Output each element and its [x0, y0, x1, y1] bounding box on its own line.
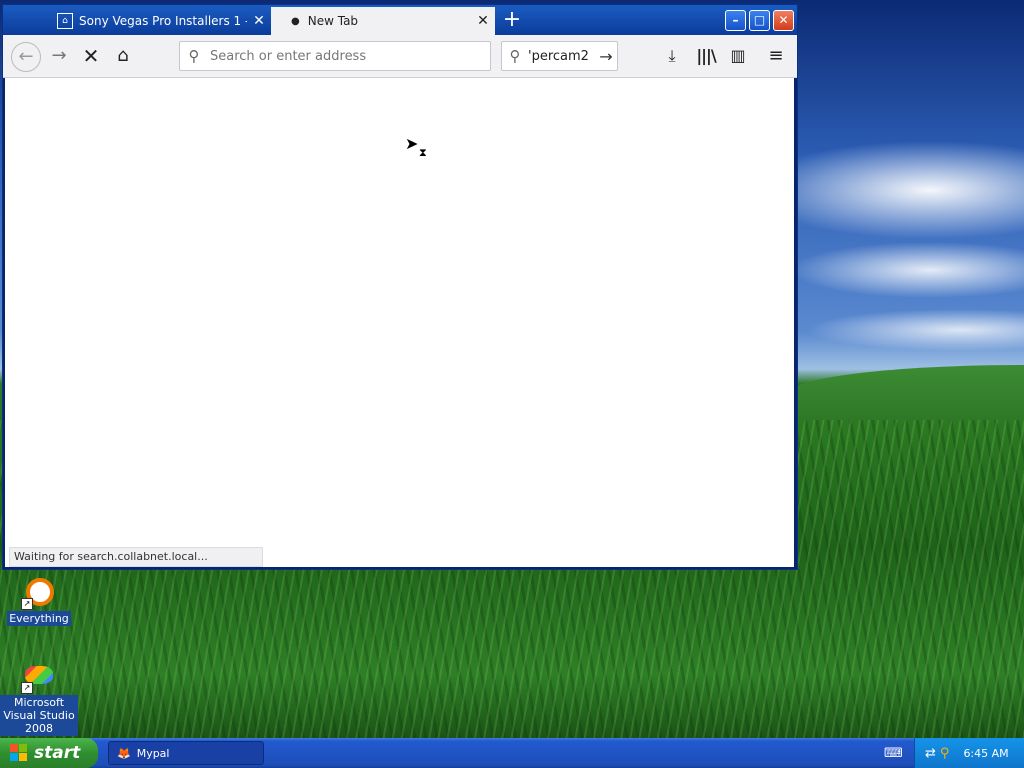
tab-title: New Tab [307, 14, 359, 28]
search-icon[interactable]: ⚲ [940, 746, 950, 761]
download-icon[interactable]: ⤓ [659, 42, 685, 70]
taskbar: start 🦊 Mypal ⌨ ⇄ ⚲ 6:45 AM [0, 738, 1024, 768]
menu-icon[interactable]: ≡ [763, 42, 789, 70]
minimize-button[interactable]: – [725, 10, 746, 31]
start-button[interactable]: start [0, 738, 98, 768]
shortcut-arrow-icon: ↗ [21, 598, 33, 610]
browser-window: ⌂ Sony Vegas Pro Installers 1 - 11 : ...… [2, 4, 798, 570]
system-tray: ⇄ ⚲ 6:45 AM [914, 738, 1024, 768]
forward-button[interactable]: → [45, 42, 73, 70]
tab-title: Sony Vegas Pro Installers 1 - 11 : ... [79, 14, 247, 28]
clock: 6:45 AM [963, 746, 1009, 760]
windows-logo-icon [10, 744, 28, 762]
home-button[interactable]: ⌂ [109, 42, 137, 70]
search-go-button[interactable]: → [595, 47, 617, 66]
address-input[interactable] [208, 47, 490, 65]
desktop-icon-label: Microsoft Visual Studio 2008 [0, 695, 78, 736]
taskbar-item-label: Mypal [136, 746, 170, 760]
visual-studio-icon: ↗ [21, 660, 55, 694]
desktop-icon-everything[interactable]: ↗ Everything [0, 576, 78, 626]
everything-icon: ↗ [21, 576, 55, 610]
tab-new-tab[interactable]: ● New Tab ✕ [271, 7, 495, 35]
taskbar-item-mypal[interactable]: 🦊 Mypal [108, 741, 264, 765]
shortcut-arrow-icon: ↗ [21, 682, 33, 694]
tab-bar: ⌂ Sony Vegas Pro Installers 1 - 11 : ...… [3, 5, 797, 35]
search-icon: ⚲ [509, 47, 521, 65]
hourglass-icon: ⧗ [419, 146, 427, 159]
search-bar[interactable]: ⚲ 'percam2 → [501, 41, 618, 71]
desktop-icon-label: Everything [7, 611, 71, 626]
stop-button[interactable]: ✕ [77, 42, 105, 70]
mypal-icon: 🦊 [117, 746, 131, 760]
start-label: start [34, 743, 81, 763]
library-icon[interactable]: |||\ [693, 42, 719, 70]
sidebar-icon[interactable]: ▥ [725, 42, 751, 70]
tab-loading-dot-icon: ● [291, 15, 300, 27]
museum-icon: ⌂ [57, 13, 73, 29]
maximize-button[interactable]: □ [749, 10, 770, 31]
keyboard-icon[interactable]: ⌨ [884, 746, 903, 761]
close-window-button[interactable]: ✕ [773, 10, 794, 31]
page-content[interactable]: ➤ ⧗ Waiting for search.collabnet.local..… [5, 78, 794, 567]
desktop-icon-visual-studio[interactable]: ↗ Microsoft Visual Studio 2008 [0, 660, 78, 736]
mouse-cursor-icon: ➤ [405, 134, 419, 153]
tab-close-button[interactable]: ✕ [471, 13, 495, 29]
search-input[interactable]: 'percam2 [528, 49, 595, 64]
new-tab-button[interactable]: + [501, 9, 523, 31]
tab-close-button[interactable]: ✕ [247, 13, 271, 29]
nav-toolbar: ← → ✕ ⌂ ⚲ ⚲ 'percam2 → ⤓ |||\ ▥ ≡ [3, 35, 797, 78]
back-button[interactable]: ← [11, 42, 41, 72]
tab-sony-vegas[interactable]: ⌂ Sony Vegas Pro Installers 1 - 11 : ...… [47, 7, 271, 35]
status-text: Waiting for search.collabnet.local... [9, 547, 263, 567]
address-bar[interactable]: ⚲ [179, 41, 491, 71]
search-icon: ⚲ [188, 47, 200, 65]
network-icon[interactable]: ⇄ [925, 746, 936, 761]
